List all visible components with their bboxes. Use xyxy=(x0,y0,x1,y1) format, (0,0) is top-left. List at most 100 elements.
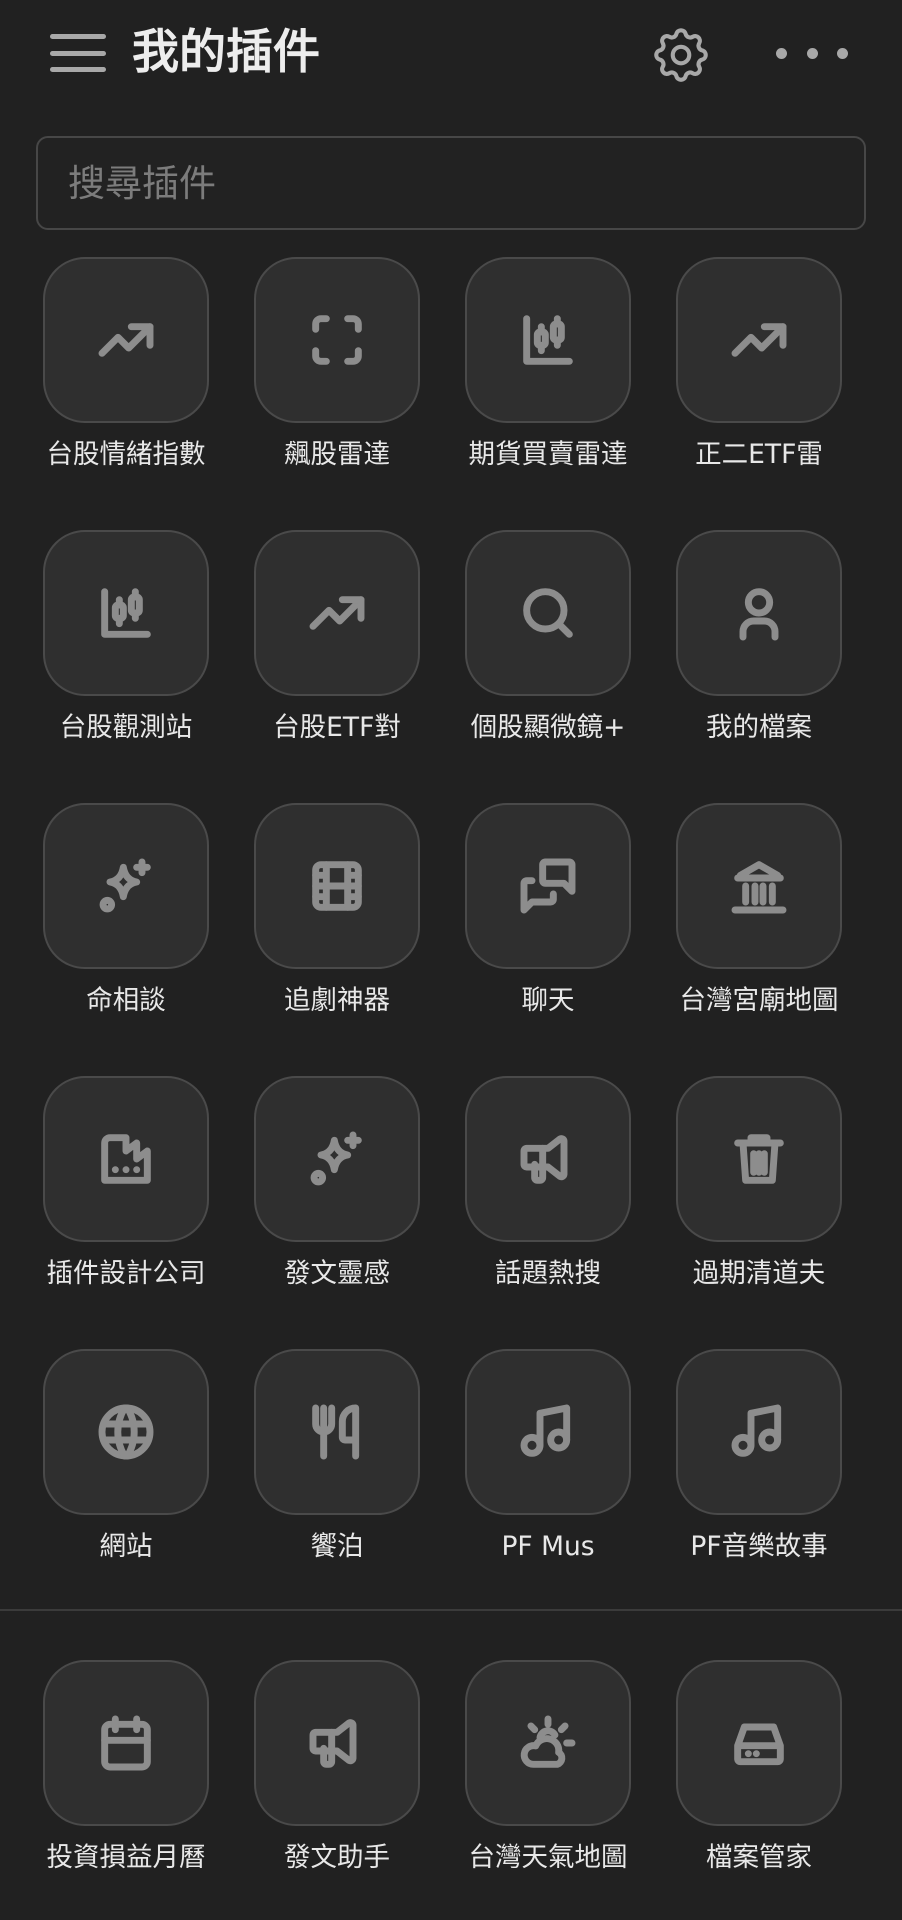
chat-bubbles-icon xyxy=(520,858,576,914)
hard-drive-icon xyxy=(734,1723,784,1766)
plugin-icon-box xyxy=(43,1076,209,1242)
plugin-icon-box xyxy=(43,803,209,969)
plugin-icon-box xyxy=(465,803,631,969)
dock-plugin-icon-box xyxy=(254,1660,420,1826)
film-icon xyxy=(312,861,362,911)
search-input[interactable] xyxy=(38,138,864,228)
plugin-icon-box xyxy=(43,257,209,423)
music-icon xyxy=(520,1404,571,1457)
plugin-icon-box xyxy=(676,1349,842,1515)
plugin-tile[interactable]: 命相談 xyxy=(25,803,235,1043)
plugin-icon-box xyxy=(43,530,209,696)
plugin-tile[interactable]: 個股顯微鏡+ xyxy=(447,530,657,770)
plugin-tile[interactable]: 網站 xyxy=(25,1349,235,1589)
plugin-label: 饗泊 xyxy=(310,1531,364,1562)
plugin-icon-box xyxy=(676,803,842,969)
plugin-label: 台股觀測站 xyxy=(59,712,193,743)
dock-plugin-label: 台灣天氣地圖 xyxy=(468,1842,628,1873)
trash-icon xyxy=(734,1134,784,1184)
more-options-button[interactable] xyxy=(776,36,848,70)
plugin-tile[interactable]: 我的檔案 xyxy=(658,530,868,770)
menu-icon-bar xyxy=(50,67,106,72)
plugin-tile[interactable]: 發文靈感 xyxy=(236,1076,446,1316)
plugin-tile[interactable]: 台股ETF對 xyxy=(236,530,446,770)
dock-plugin-tile[interactable]: 投資損益月曆 xyxy=(25,1660,235,1900)
plugin-tile[interactable]: 過期清道夫 xyxy=(658,1076,868,1316)
trending-up-icon xyxy=(98,323,154,357)
plugin-label: 正二ETF雷 xyxy=(695,439,823,470)
candlestick-chart-icon xyxy=(523,315,573,365)
plugin-label: 過期清道夫 xyxy=(692,1258,826,1289)
more-dot-icon xyxy=(776,47,787,59)
more-dot-icon xyxy=(806,47,818,59)
dock-plugin-icon-box xyxy=(465,1660,631,1826)
gear-icon xyxy=(654,28,708,82)
plugin-icon-box xyxy=(465,1076,631,1242)
plugin-tile[interactable]: PF Mus xyxy=(447,1349,657,1589)
plugin-icon-box xyxy=(465,257,631,423)
plugin-icon-box xyxy=(676,257,842,423)
plugin-label: 網站 xyxy=(99,1531,153,1562)
menu-icon-bar xyxy=(50,34,106,39)
plugin-tile[interactable]: 饗泊 xyxy=(236,1349,446,1589)
plugin-tile[interactable]: 台股情緒指數 xyxy=(25,257,235,497)
factory-icon xyxy=(101,1134,151,1184)
trending-up-icon xyxy=(309,596,365,630)
settings-button[interactable] xyxy=(648,22,714,88)
search-box[interactable] xyxy=(36,136,866,230)
plugin-tile[interactable]: 聊天 xyxy=(447,803,657,1043)
sun-cloud-icon xyxy=(520,1715,576,1768)
plugin-label: 飆股雷達 xyxy=(284,439,390,470)
plugin-tile[interactable]: 期貨買賣雷達 xyxy=(447,257,657,497)
plugin-tile[interactable]: 插件設計公司 xyxy=(25,1076,235,1316)
search-icon xyxy=(523,588,573,638)
divider xyxy=(0,1609,902,1611)
plugin-tile[interactable]: PF音樂故事 xyxy=(658,1349,868,1589)
plugin-icon-box xyxy=(254,803,420,969)
plugin-label: PF音樂故事 xyxy=(690,1531,828,1562)
trending-up-icon xyxy=(731,323,787,357)
dock-plugin-tile[interactable]: 台灣天氣地圖 xyxy=(447,1660,657,1900)
dock-plugin-icon-box xyxy=(43,1660,209,1826)
globe-icon xyxy=(98,1404,154,1460)
plugin-tile[interactable]: 台股觀測站 xyxy=(25,530,235,770)
plugin-icon-box xyxy=(465,1349,631,1515)
plugin-label: 發文靈感 xyxy=(284,1258,390,1289)
megaphone-icon xyxy=(309,1719,357,1768)
plugin-icon-box xyxy=(465,530,631,696)
plugin-tile[interactable]: 台灣宮廟地圖 xyxy=(658,803,868,1043)
candlestick-chart-icon xyxy=(101,588,151,638)
plugin-label: 命相談 xyxy=(86,985,166,1016)
plugin-tile[interactable]: 正二ETF雷 xyxy=(658,257,868,497)
sparkles-icon xyxy=(310,1131,362,1186)
plugin-icon-box xyxy=(676,530,842,696)
plugin-tile[interactable]: 飆股雷達 xyxy=(236,257,446,497)
plugin-icon-box xyxy=(254,1349,420,1515)
plugin-label: 台股情緒指數 xyxy=(46,439,206,470)
plugin-label: 插件設計公司 xyxy=(46,1258,206,1289)
plugin-label: 台股ETF對 xyxy=(273,712,401,743)
dock-plugin-tile[interactable]: 檔案管家 xyxy=(658,1660,868,1900)
plugin-label: 台灣宮廟地圖 xyxy=(679,985,839,1016)
megaphone-icon xyxy=(520,1135,568,1184)
plugin-label: 我的檔案 xyxy=(706,712,812,743)
more-dot-icon xyxy=(837,47,848,59)
plugin-tile[interactable]: 話題熱搜 xyxy=(447,1076,657,1316)
dock-plugin-tile[interactable]: 發文助手 xyxy=(236,1660,446,1900)
dock-plugin-label: 檔案管家 xyxy=(706,1842,812,1873)
plugin-icon-box xyxy=(254,257,420,423)
plugin-icon-box xyxy=(43,1349,209,1515)
user-icon xyxy=(739,588,779,641)
calendar-icon xyxy=(101,1715,151,1771)
menu-button[interactable] xyxy=(50,30,106,76)
plugin-label: 期貨買賣雷達 xyxy=(468,439,628,470)
sparkles-icon xyxy=(99,858,151,913)
plugin-icon-box xyxy=(676,1076,842,1242)
plugin-label: PF Mus xyxy=(501,1531,595,1562)
plugin-icon-box xyxy=(254,530,420,696)
plugin-tile[interactable]: 追劇神器 xyxy=(236,803,446,1043)
utensils-icon xyxy=(312,1404,360,1460)
app-header: 我的插件 xyxy=(0,0,902,110)
page-title: 我的插件 xyxy=(132,25,320,80)
scan-frame-icon xyxy=(312,315,362,365)
